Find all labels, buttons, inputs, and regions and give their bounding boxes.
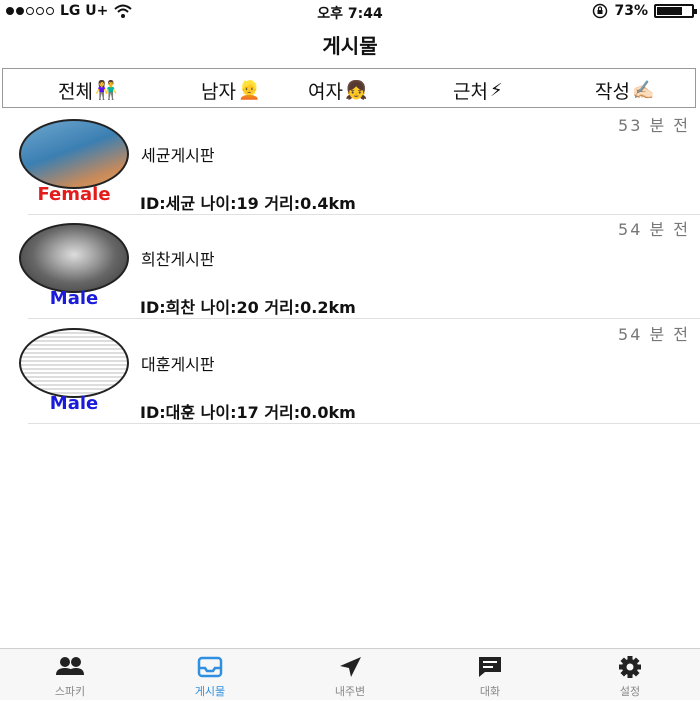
post-board-title: 희찬게시판 [141,250,215,269]
avatar[interactable] [19,328,129,398]
filter-label: 여자 [308,81,343,103]
filter-label: 작성 [595,81,630,103]
tab-label: 게시물 [194,685,226,698]
filter-label: 근처 [453,81,488,103]
tab-bar: 스파키 게시물 내주변 대화 설정 [0,648,700,700]
gender-label: Male [49,288,99,309]
filter-label: 전체 [58,81,93,103]
tab-label: 내주변 [334,685,366,698]
filter-bar: 전체 👫 남자 👱 여자 👧 근처 ⚡ 작성 ✍🏻 [2,68,696,108]
chat-bubble-icon [479,657,501,677]
inbox-icon [197,656,223,678]
post-time: 54 분 전 [618,325,690,344]
post-list-item[interactable]: 53 분 전 세균게시판 Female ID:세균 나이:19 거리:0.4km [0,110,700,215]
filter-write[interactable]: 작성 ✍🏻 [595,77,654,104]
filter-nearby[interactable]: 근처 ⚡ [453,77,503,104]
filter-male[interactable]: 남자 👱 [201,77,260,104]
battery-fill [657,7,682,15]
post-time: 54 분 전 [618,220,690,239]
divider [28,423,700,424]
tab-chat[interactable]: 대화 [420,649,560,701]
gender-label: Male [49,393,99,414]
page-title: 게시물 [322,34,378,58]
lightning-icon: ⚡ [489,80,503,101]
tab-settings[interactable]: 설정 [560,649,700,701]
post-board-title: 세균게시판 [141,146,215,165]
tab-posts[interactable]: 게시물 [140,649,280,701]
tab-nearby[interactable]: 내주변 [280,649,420,701]
girl-face-icon: 👧 [344,80,368,101]
post-list-item[interactable]: 54 분 전 대훈게시판 Male ID:대훈 나이:17 거리:0.0km [0,319,700,424]
tab-label: 대화 [479,685,501,698]
post-info: ID:세균 나이:19 거리:0.4km [140,194,356,213]
filter-all[interactable]: 전체 👫 [58,77,117,104]
writing-hand-icon: ✍🏻 [631,80,655,101]
people-icon [56,657,84,675]
tab-sparky[interactable]: 스파키 [0,649,140,701]
battery-percent: 73% [614,3,648,19]
status-bar: LG U+ 오후 7:44 73% [0,0,700,22]
avatar[interactable] [19,119,129,189]
status-right: 73% [592,3,697,19]
gear-icon [619,656,641,678]
filter-female[interactable]: 여자 👧 [308,77,367,104]
avatar[interactable] [19,223,129,293]
post-board-title: 대훈게시판 [141,355,215,374]
post-time: 53 분 전 [618,116,690,135]
post-list-item[interactable]: 54 분 전 희찬게시판 Male ID:희찬 나이:20 거리:0.2km [0,214,700,319]
tab-label: 스파키 [54,685,86,698]
couple-icon: 👫 [94,80,118,101]
post-info: ID:대훈 나이:17 거리:0.0km [140,403,356,422]
gender-label: Female [37,184,111,205]
post-info: ID:희찬 나이:20 거리:0.2km [140,298,356,317]
rotation-lock-icon [593,3,608,19]
boy-face-icon: 👱 [237,80,261,101]
location-arrow-icon [340,657,361,677]
filter-label: 남자 [201,81,236,103]
battery-icon [654,4,697,18]
tab-label: 설정 [619,685,641,698]
